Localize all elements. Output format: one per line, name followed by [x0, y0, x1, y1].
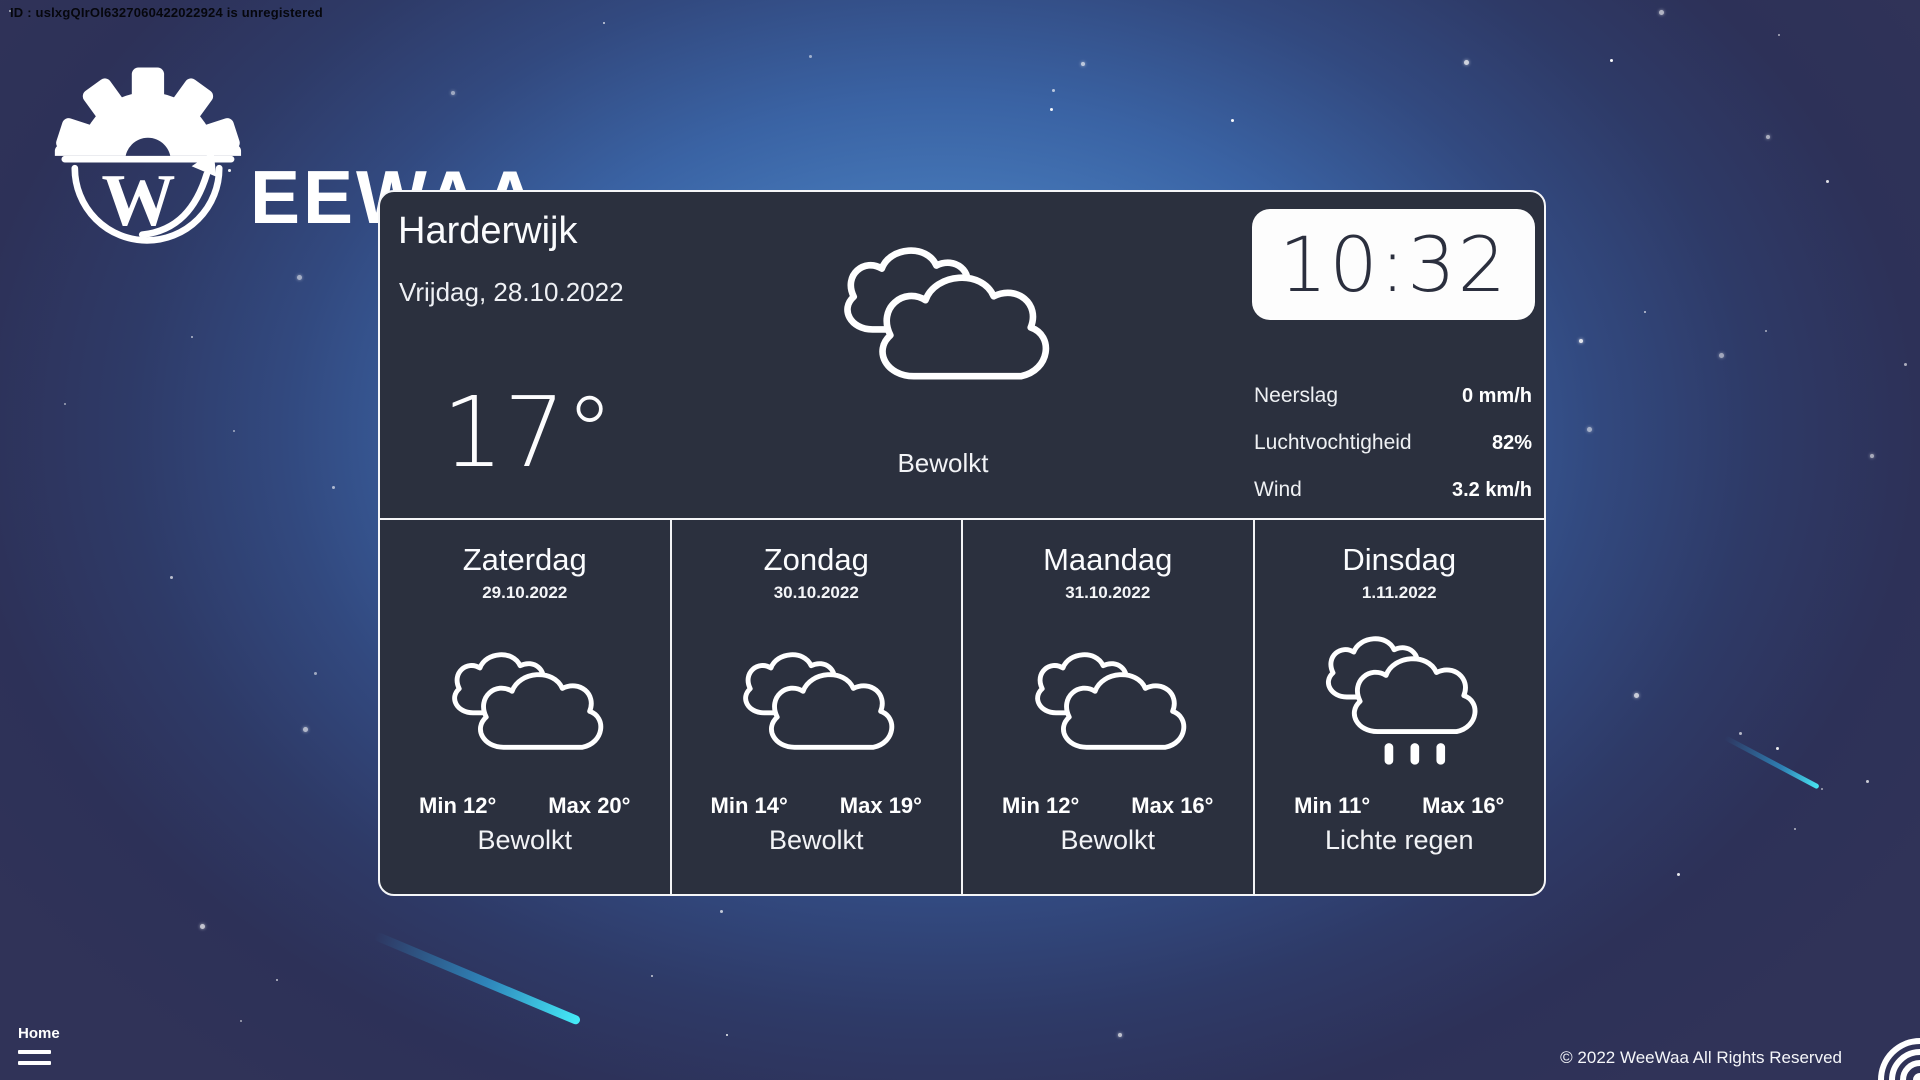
stat-label: Luchtvochtigheid — [1254, 431, 1412, 455]
stat-value: 3.2 km/h — [1452, 479, 1532, 502]
forecast-condition: Bewolkt — [1060, 825, 1155, 856]
min-temperature: Min 14° — [711, 793, 788, 819]
registration-banner: ID : uslxgQIrOl6327060422022924 is unreg… — [10, 5, 323, 20]
forecast-column-2: Zondag 30.10.2022 Min 14° Max 19° Bewolk… — [670, 520, 962, 896]
weather-dashboard: ID : uslxgQIrOl6327060422022924 is unreg… — [0, 0, 1920, 1080]
forecast-day: Zondag — [764, 542, 869, 578]
forecast-condition: Bewolkt — [477, 825, 572, 856]
stat-humidity: Luchtvochtigheid 82% — [1254, 431, 1532, 455]
clouds-icon — [731, 603, 901, 791]
max-temperature: Max 16° — [1131, 793, 1213, 819]
weather-card: Harderwijk Vrijdag, 28.10.2022 17° Bewol… — [378, 190, 1546, 896]
stat-wind: Wind 3.2 km/h — [1254, 478, 1532, 502]
minmax-row: Min 14° Max 19° — [711, 793, 922, 819]
max-temperature: Max 16° — [1422, 793, 1504, 819]
forecast-day: Dinsdag — [1342, 542, 1456, 578]
gear-logo-icon: W — [52, 58, 242, 248]
home-label: Home — [18, 1025, 60, 1042]
stat-label: Wind — [1254, 478, 1302, 502]
clock: 10:32 — [1252, 209, 1535, 320]
current-condition: Bewolkt — [828, 448, 1058, 479]
light-rain-icon — [1314, 603, 1484, 791]
current-weather-panel: Harderwijk Vrijdag, 28.10.2022 17° Bewol… — [380, 192, 1544, 520]
signal-icon — [1874, 1034, 1920, 1080]
home-menu-button[interactable]: Home — [18, 1025, 60, 1065]
menu-icon — [18, 1050, 51, 1054]
menu-icon — [18, 1061, 51, 1065]
minmax-row: Min 12° Max 16° — [1002, 793, 1213, 819]
clouds-icon — [440, 603, 610, 791]
max-temperature: Max 19° — [840, 793, 922, 819]
current-temperature: 17° — [442, 384, 614, 481]
stat-precipitation: Neerslag 0 mm/h — [1254, 384, 1532, 408]
city-name: Harderwijk — [398, 210, 577, 253]
minmax-row: Min 11° Max 16° — [1294, 793, 1504, 819]
current-date: Vrijdag, 28.10.2022 — [399, 277, 624, 308]
forecast-column-3: Maandag 31.10.2022 Min 12° Max 16° Bewol… — [961, 520, 1253, 896]
forecast-day: Zaterdag — [463, 542, 587, 578]
min-temperature: Min 12° — [419, 793, 496, 819]
clock-time: 10:32 — [1279, 220, 1508, 309]
stat-value: 82% — [1492, 432, 1532, 455]
forecast-date: 1.11.2022 — [1362, 583, 1437, 603]
copyright-text: © 2022 WeeWaa All Rights Reserved — [1560, 1048, 1842, 1068]
min-temperature: Min 12° — [1002, 793, 1079, 819]
forecast-condition: Bewolkt — [769, 825, 864, 856]
forecast-date: 29.10.2022 — [482, 583, 567, 603]
forecast-column-1: Zaterdag 29.10.2022 Min 12° Max 20° Bewo… — [380, 520, 670, 896]
forecast-condition: Lichte regen — [1325, 825, 1474, 856]
forecast-panel: Zaterdag 29.10.2022 Min 12° Max 20° Bewo… — [380, 520, 1544, 896]
min-temperature: Min 11° — [1294, 793, 1370, 819]
forecast-date: 30.10.2022 — [774, 583, 859, 603]
stat-value: 0 mm/h — [1462, 385, 1532, 408]
weather-stats: Neerslag 0 mm/h Luchtvochtigheid 82% Win… — [1254, 384, 1532, 502]
clouds-icon — [828, 232, 1058, 389]
max-temperature: Max 20° — [548, 793, 630, 819]
minmax-row: Min 12° Max 20° — [419, 793, 630, 819]
forecast-column-4: Dinsdag 1.11.2022 Min 11° Max 16° Lichte… — [1253, 520, 1545, 896]
forecast-day: Maandag — [1043, 542, 1172, 578]
forecast-date: 31.10.2022 — [1065, 583, 1150, 603]
stat-label: Neerslag — [1254, 384, 1338, 408]
clouds-icon — [1023, 603, 1193, 791]
